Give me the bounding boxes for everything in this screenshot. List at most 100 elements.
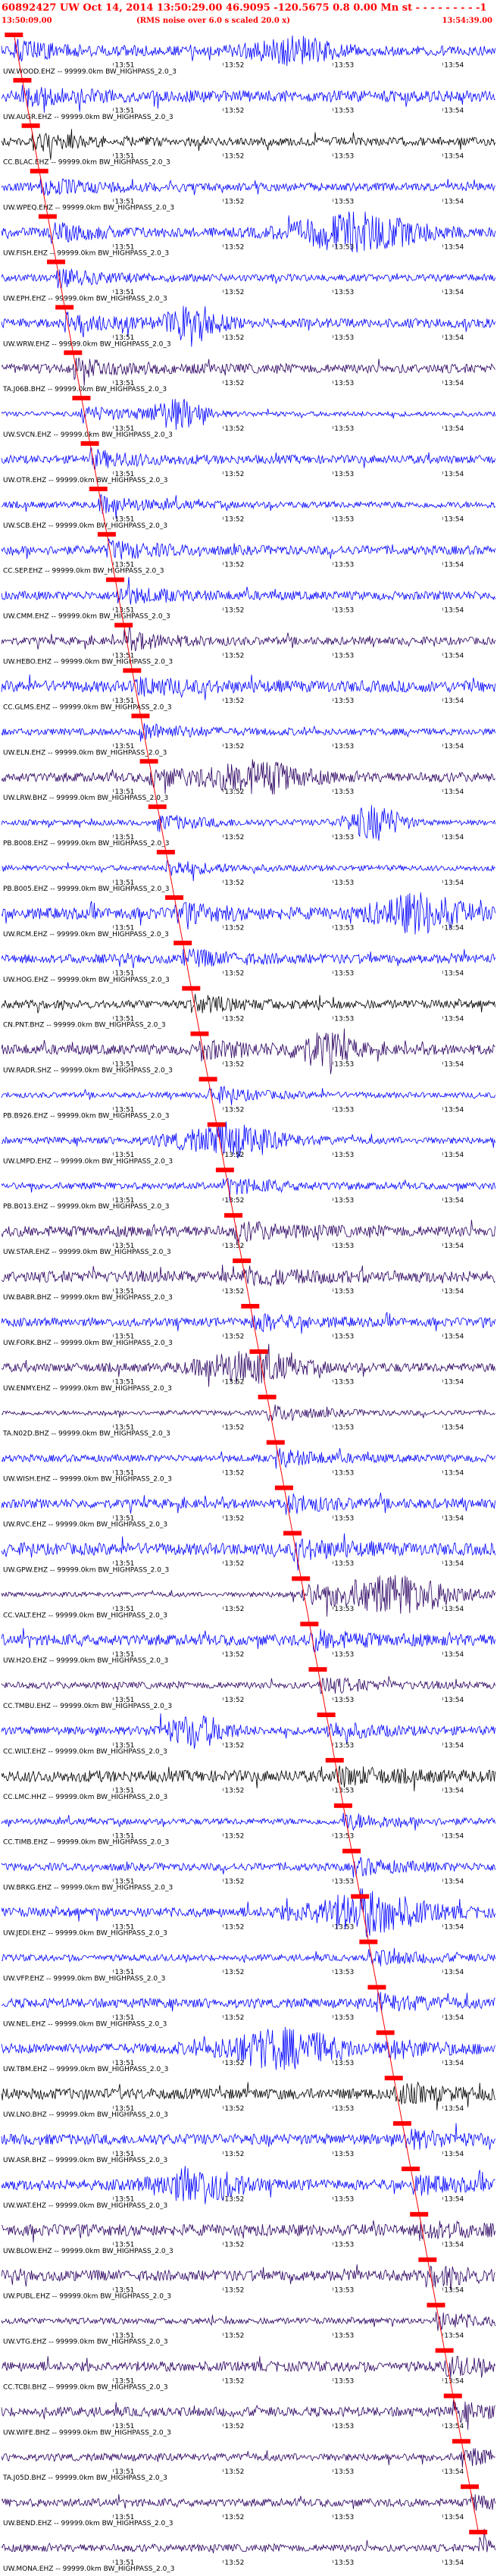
trace-row: 13:51 13:52 13:53 13:54UW.OTR.EHZ -- 99999.… <box>1 441 495 484</box>
time-tick-label: 13:53 <box>334 1833 354 1841</box>
trace-row: 13:51 13:52 13:53 13:54UW.FORK.BHZ -- 99999… <box>1 1303 495 1347</box>
trace-label: UW.BRKG.EHZ -- 99999.0km BW_HIGHPASS_2.0… <box>3 1885 173 1892</box>
trace-row: 13:51 13:52 13:53 13:54UW.EPH.EHZ -- 99999.… <box>1 259 495 302</box>
trace-label: UW.HOG.EHZ -- 99999.0km BW_HIGHPASS_2.0_… <box>3 976 170 984</box>
time-tick-label: 13:52 <box>224 606 244 614</box>
trace-waveform <box>1 177 495 197</box>
trace-label: UW.WIFE.BHZ -- 99999.0km BW_HIGHPASS_2.0… <box>3 2429 171 2437</box>
time-tick-label: 13:52 <box>224 2286 244 2294</box>
time-tick-label: 13:54 <box>444 743 464 751</box>
time-tick-label: 13:52 <box>224 1288 244 1296</box>
trace-row: 13:51 13:52 13:53 13:54CC.LMC.HHZ -- 99999.… <box>1 1757 495 1801</box>
time-tick-label: 13:54 <box>444 606 464 614</box>
trace-row: 13:51 13:52 13:53 13:54UW.BEND.EHZ -- 99999… <box>1 2484 495 2527</box>
trace-label: UW.CMM.EHZ -- 99999.0km BW_HIGHPASS_2.0_… <box>3 613 170 621</box>
time-tick-label: 13:54 <box>444 1061 464 1068</box>
time-tick-label: 13:53 <box>334 879 354 887</box>
time-tick-label: 13:53 <box>334 1969 354 1976</box>
time-tick-label: 13:53 <box>334 1243 354 1250</box>
trace-waveform <box>1 538 495 559</box>
time-tick-label: 13:54 <box>444 562 464 569</box>
time-tick-label: 13:52 <box>224 2559 244 2567</box>
trace-waveform <box>1 805 495 841</box>
trace-label: TA.J05D.BHZ -- 99999.0km BW_HIGHPASS_2.0… <box>2 2474 167 2482</box>
time-tick-label: 13:53 <box>334 2151 354 2158</box>
seismogram-plot: 60892427 UW Oct 14, 2014 13:50:29.00 46.… <box>1 2 495 2573</box>
trace-waveform <box>1 1628 495 1653</box>
time-tick-label: 13:52 <box>224 1424 244 1432</box>
time-tick-label: 13:54 <box>444 652 464 660</box>
time-tick-label: 13:52 <box>224 380 244 387</box>
time-tick-label: 13:53 <box>334 834 354 841</box>
trace-waveform <box>1 1857 495 1878</box>
time-tick-label: 13:53 <box>334 2286 354 2294</box>
time-tick-label: 13:52 <box>224 2060 244 2067</box>
time-tick-label: 13:53 <box>334 1788 354 1795</box>
trace-waveform <box>1 2026 495 2070</box>
time-tick-label: 13:54 <box>444 1379 464 1387</box>
time-tick-label: 13:54 <box>444 243 464 251</box>
time-tick-label: 13:52 <box>224 1243 244 1250</box>
trace-row: 13:51 13:52 13:53 13:54UW.BLOW.EHZ -- 99999… <box>1 2211 495 2255</box>
time-tick-label: 13:53 <box>334 606 354 614</box>
trace-waveform <box>1 2448 495 2468</box>
trace-waveform <box>1 494 495 519</box>
time-tick-label: 13:54 <box>444 2286 464 2294</box>
trace-label: UW.LMPD.EHZ -- 99999.0km BW_HIGHPASS_2.0… <box>3 1158 173 1165</box>
trace-label: UW.TBM.EHZ -- 99999.0km BW_HIGHPASS_2.0_… <box>3 2066 168 2073</box>
time-tick-label: 13:54 <box>444 1424 464 1432</box>
trace-waveform <box>1 2355 495 2378</box>
time-tick-label: 13:53 <box>334 2242 354 2249</box>
trace-label: UW.WISH.EHZ -- 99999.0km BW_HIGHPASS_2.0… <box>3 1476 172 1484</box>
time-tick-label: 13:53 <box>334 2514 354 2521</box>
time-tick-label: 13:52 <box>224 62 244 70</box>
trace-waveform <box>1 1343 495 1387</box>
trace-waveform <box>1 268 495 289</box>
trace-label: UW.VFP.EHZ -- 99999.0km BW_HIGHPASS_2.0_… <box>3 1975 165 1982</box>
trace-label: UW.LRW.BHZ -- 99999.0km BW_HIGHPASS_2.0_… <box>3 794 168 802</box>
trace-waveform <box>1 1085 495 1105</box>
trace-label: CC.TCBI.BHZ -- 99999.0km BW_HIGHPASS_2.0… <box>3 2383 168 2391</box>
time-tick-label: 13:52 <box>224 1878 244 1885</box>
trace-row: 13:51 13:52 13:53 13:54UW.WPEQ.EHZ -- 99999… <box>1 168 495 212</box>
time-tick-label: 13:52 <box>224 925 244 932</box>
time-tick-label: 13:52 <box>224 743 244 751</box>
trace-waveform <box>1 1713 495 1749</box>
event-header: 60892427 UW Oct 14, 2014 13:50:29.00 46.… <box>2 2 486 14</box>
time-tick-label: 13:54 <box>444 62 464 70</box>
trace-label: CC.VALT.EHZ -- 99999.0km BW_HIGHPASS_2.0… <box>3 1612 167 1619</box>
time-tick-label: 13:53 <box>334 1878 354 1885</box>
time-tick-label: 13:54 <box>444 471 464 478</box>
trace-row: 13:51 13:52 13:53 13:54UW.WISH.EHZ -- 99999… <box>1 1440 495 1484</box>
time-tick-label: 13:54 <box>444 2242 464 2249</box>
trace-waveform <box>1 759 495 794</box>
trace-label: UW.WAT.EHZ -- 99999.0km BW_HIGHPASS_2.0_… <box>3 2202 167 2210</box>
time-tick-label: 13:54 <box>444 1697 464 1704</box>
time-tick-label: 13:53 <box>334 1424 354 1432</box>
time-tick-label: 13:54 <box>444 1923 464 1931</box>
time-tick-label: 13:52 <box>224 2377 244 2385</box>
time-tick-label: 13:53 <box>334 652 354 660</box>
time-tick-label: 13:52 <box>224 1833 244 1841</box>
time-tick-label: 13:54 <box>444 1788 464 1795</box>
time-tick-label: 13:54 <box>444 1878 464 1885</box>
time-tick-label: 13:52 <box>224 2423 244 2430</box>
time-tick-label: 13:54 <box>444 2151 464 2158</box>
trace-row: 13:51 13:52 13:53 13:54UW.WAT.EHZ -- 99999.… <box>1 2166 495 2210</box>
time-tick-label: 13:53 <box>334 1288 354 1296</box>
time-tick-label: 13:52 <box>224 1469 244 1477</box>
trace-row: 13:51 13:52 13:53 13:54UW.RVC.EHZ -- 99999.… <box>1 1485 495 1528</box>
trace-waveform <box>1 2493 495 2512</box>
time-tick-label: 13:53 <box>334 516 354 524</box>
trace-label: PB.B013.EHZ -- 99999.0km BW_HIGHPASS_2.0… <box>3 1203 169 1211</box>
trace-label: CC.BLAC.EHZ -- 99999.0km BW_HIGHPASS_2.0… <box>3 159 170 167</box>
trace-row: 13:51 13:52 13:53 13:54UW.WOOD.EHZ -- 99999… <box>1 32 495 76</box>
trace-row: 13:51 13:52 13:53 13:54UW.LRW.BHZ -- 99999.… <box>1 759 495 802</box>
trace-waveform <box>1 1404 495 1422</box>
time-tick-label: 13:53 <box>334 1606 354 1613</box>
time-tick-label: 13:52 <box>224 2151 244 2158</box>
time-tick-label: 13:53 <box>334 2377 354 2385</box>
trace-label: UW.EPH.EHZ -- 99999.0km BW_HIGHPASS_2.0_… <box>3 295 167 302</box>
time-tick-label: 13:53 <box>334 743 354 751</box>
time-tick-label: 13:52 <box>224 108 244 115</box>
